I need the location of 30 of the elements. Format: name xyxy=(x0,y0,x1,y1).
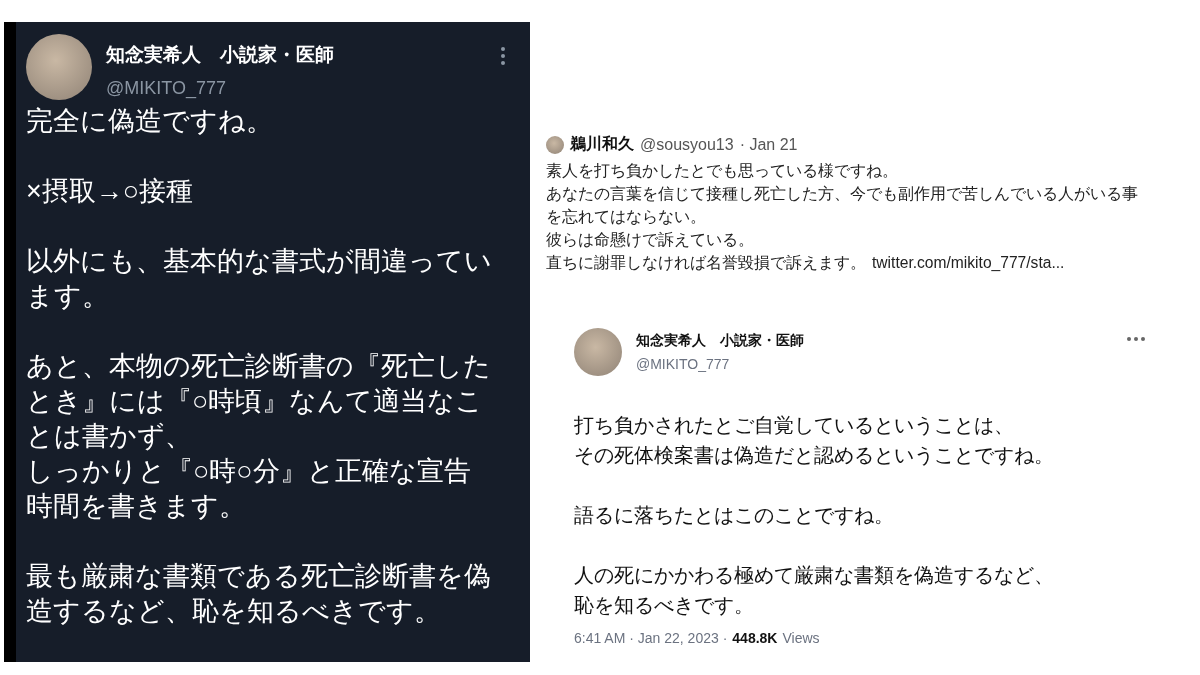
tweet-link[interactable]: twitter.com/mikito_777/sta... xyxy=(872,254,1065,271)
tweet-text: 以外にも、基本的な書式が間違っています。 xyxy=(26,245,493,313)
avatar-photo xyxy=(574,328,622,376)
tweet-text: 打ち負かされたとご自覚しているということは、 xyxy=(574,413,1015,438)
author-handle: @MIKITO_777 xyxy=(636,356,731,372)
tweet-text: ×摂取→○接種 xyxy=(26,175,195,208)
more-icon[interactable] xyxy=(500,46,506,66)
tweet-text: あなたの言葉を信じて接種し死亡した方、今でも副作用で苦しんでいる人がいる事を忘れてはならない。 xyxy=(546,184,1139,227)
tweet-text: その死体検案書は偽造だと認めるということですね。 xyxy=(574,443,1055,468)
author-name: 鵜川和久 xyxy=(570,134,634,154)
tweet-text: 素人を打ち負かしたとでも思っている様ですね。 xyxy=(546,161,899,181)
author-handle: @MIKITO_777 xyxy=(106,78,227,99)
views-label: Views xyxy=(782,630,820,646)
tweet-text: あと、本物の死亡診断書の『死亡したとき』には『○時頃』なんて適当なことは書かず、 xyxy=(26,350,492,453)
tweet-date: · Jan 21 xyxy=(739,135,798,154)
tweet-text: 人の死にかかわる極めて厳粛な書類を偽造するなど、 xyxy=(574,563,1055,588)
tweet-text: 直ちに謝罪しなければ名誉毀損で訴えます。 twitter.com/mikito_777/sta... xyxy=(546,253,1066,273)
more-icon[interactable] xyxy=(1126,336,1146,342)
avatar-photo xyxy=(546,135,564,154)
tweet-text: 恥を知るべきです。 xyxy=(574,593,755,618)
tweet-text: しっかりと『○時○分』と正確な宣告時間を書きます。 xyxy=(26,455,472,523)
tweet-text: 彼らは命懸けで訴えている。 xyxy=(546,230,755,250)
tweet-text: 完全に偽造ですね。 xyxy=(26,105,274,138)
author-handle: @sousyou13 xyxy=(640,135,734,154)
tweet-text: 最も厳粛な書類である死亡診断書を偽造するなど、恥を知るべきです。 xyxy=(26,560,492,628)
author-name: 知念実希人 小説家・医師 xyxy=(636,332,805,350)
view-count: 448.8K xyxy=(732,630,778,646)
tweet-timestamp: 6:41 AM · Jan 22, 2023 · xyxy=(574,630,728,646)
author-name: 知念実希人 小説家・医師 xyxy=(106,43,335,67)
tweet-text: 語るに落ちたとはこのことですね。 xyxy=(574,503,895,528)
